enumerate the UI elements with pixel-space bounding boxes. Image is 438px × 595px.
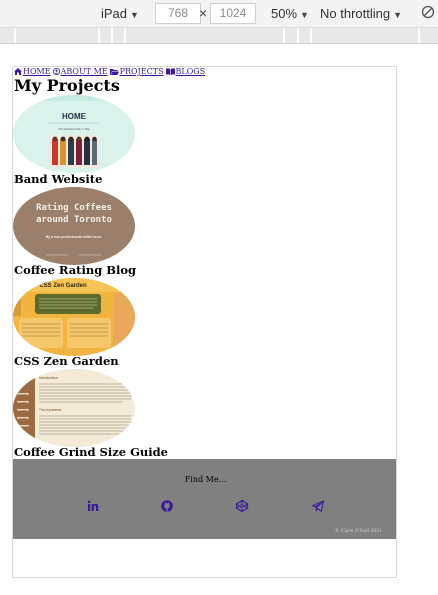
- coffee-thumb-subtitle: By a non-professional coffee lover.: [46, 235, 102, 239]
- nav-projects-label: PROJECTS: [119, 67, 164, 76]
- top-nav: HOME ABOUT ME PROJECTS BLOGS: [14, 67, 207, 76]
- nav-home-label: HOME: [23, 67, 51, 76]
- home-icon: [14, 68, 22, 75]
- project-label[interactable]: CSS Zen Garden: [14, 354, 119, 368]
- folder-open-icon: [109, 69, 119, 75]
- nav-home-link[interactable]: HOME: [14, 67, 51, 76]
- height-input[interactable]: 1024: [210, 3, 256, 24]
- throttling-label: No throttling: [320, 6, 391, 21]
- linkedin-icon[interactable]: [86, 499, 100, 513]
- device-toolbar: iPad ▼ 768 × 1024 50% ▼ No throttling ▼: [0, 0, 438, 28]
- nav-blogs-label: BLOGS: [175, 67, 206, 76]
- project-label[interactable]: Coffee Rating Blog: [14, 263, 136, 277]
- emulated-page: HOME ABOUT ME PROJECTS BLOGS My Projects HO…: [12, 66, 397, 578]
- throttling-select[interactable]: No throttling ▼: [320, 6, 402, 21]
- project-label[interactable]: Band Website: [14, 172, 102, 186]
- copyright-text: © Clare O'Neil 2021: [334, 529, 382, 534]
- find-me-text: Find Me...: [184, 475, 227, 484]
- rotate-icon[interactable]: [421, 5, 435, 19]
- book-open-icon: [165, 68, 175, 75]
- nav-about-link[interactable]: ABOUT ME: [52, 67, 108, 76]
- codepen-icon[interactable]: [235, 499, 249, 513]
- coffee-thumb-heading-1: Rating Coffees: [36, 202, 112, 213]
- github-icon[interactable]: [160, 499, 174, 513]
- dimension-separator: ×: [199, 5, 208, 21]
- nav-about-label: ABOUT ME: [60, 67, 108, 76]
- css-zen-garden-thumbnail[interactable]: CSS Zen Garden: [13, 278, 135, 356]
- grind-thumb-heading: Introduction: [39, 376, 58, 380]
- project-label[interactable]: Coffee Grind Size Guide: [14, 445, 168, 459]
- telegram-icon[interactable]: [311, 499, 325, 513]
- coffee-thumb-heading-2: around Toronto: [36, 215, 112, 225]
- caret-down-icon: ▼: [393, 10, 403, 20]
- device-label: iPad: [101, 6, 128, 21]
- nav-projects-link[interactable]: PROJECTS: [109, 67, 164, 76]
- coffee-blog-thumbnail[interactable]: Rating Coffees around Toronto By a non-p…: [13, 187, 135, 265]
- band-thumb-subtitle: The Sobriquets Play 'n Play: [58, 127, 90, 131]
- nav-blogs-link[interactable]: BLOGS: [165, 67, 206, 76]
- device-select[interactable]: iPad ▼: [101, 6, 139, 21]
- grind-thumb-subheading: The Importance: [39, 408, 62, 412]
- caret-down-icon: ▼: [300, 10, 309, 20]
- band-thumb-heading: HOME: [62, 112, 87, 121]
- caret-down-icon: ▼: [130, 10, 139, 20]
- page-title: My Projects: [14, 76, 120, 95]
- grind-guide-thumbnail[interactable]: Introduction The Importance: [13, 369, 135, 447]
- footer: Find Me... © Clare O'Neil 2021: [13, 459, 396, 539]
- zoom-label: 50%: [271, 6, 298, 21]
- width-input[interactable]: 768: [155, 3, 201, 24]
- zoom-select[interactable]: 50% ▼: [271, 6, 309, 21]
- band-website-thumbnail[interactable]: HOME The Sobriquets Play 'n Play: [13, 95, 135, 173]
- media-query-bar[interactable]: [0, 28, 438, 44]
- zen-thumb-heading: CSS Zen Garden: [39, 283, 87, 289]
- user-circle-icon: [52, 67, 60, 76]
